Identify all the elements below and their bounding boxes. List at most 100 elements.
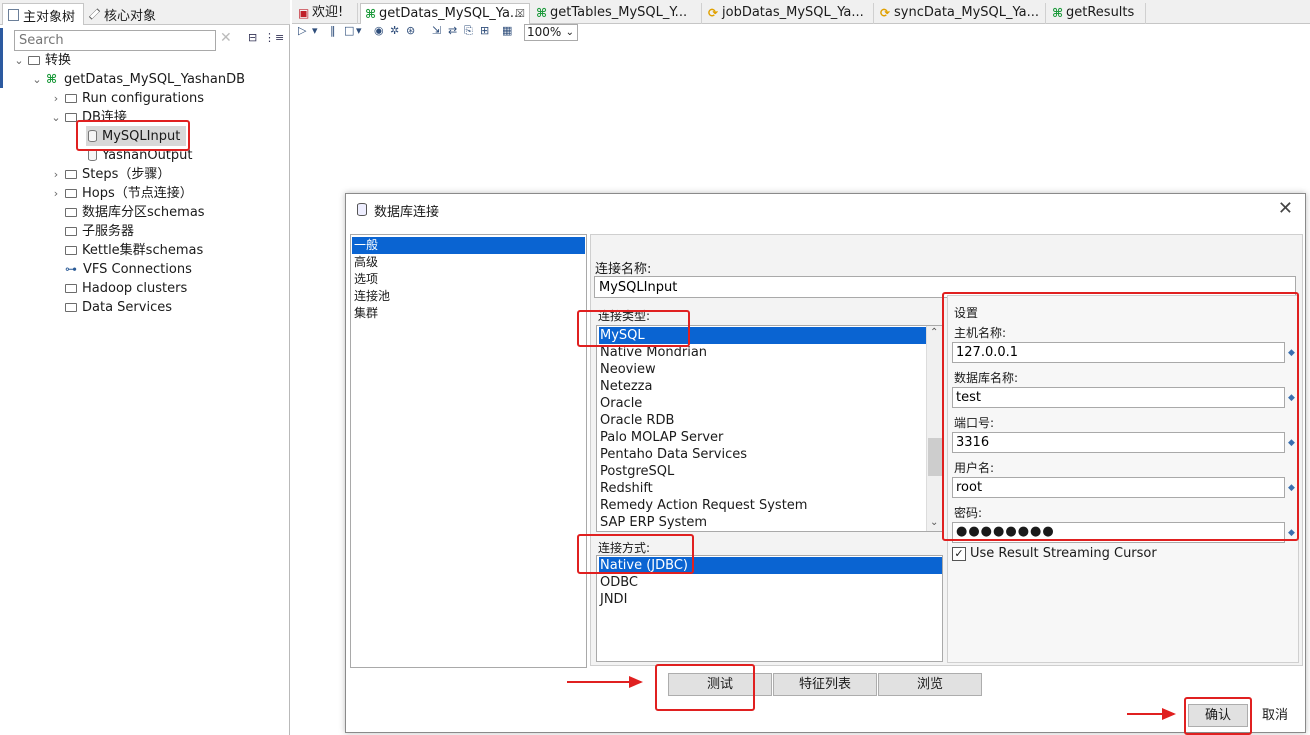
- list-item[interactable]: Redshift: [599, 480, 926, 497]
- tab-getresults[interactable]: ⌘ getResults: [1048, 3, 1146, 24]
- tree-node-transformation[interactable]: ⌄ ⌘ getDatas_MySQL_YashanDB: [30, 70, 245, 89]
- tab-label: getResults: [1066, 5, 1135, 20]
- chevron-right-icon[interactable]: ›: [49, 89, 63, 108]
- job-icon: ⟳: [880, 6, 891, 20]
- impact-icon[interactable]: ⇄: [448, 24, 457, 37]
- folder-icon: [65, 303, 77, 312]
- tab-welcome[interactable]: ▣ 欢迎!: [294, 3, 358, 24]
- category-general[interactable]: 一般: [352, 237, 585, 254]
- clear-search-icon[interactable]: ✕: [220, 30, 232, 46]
- chevron-up-icon[interactable]: ⌃: [930, 327, 938, 338]
- list-item[interactable]: Netezza: [599, 378, 926, 395]
- annotation-red-box: [577, 310, 690, 347]
- connection-name-label: 连接名称:: [595, 262, 652, 277]
- close-icon[interactable]: ☒: [515, 4, 525, 24]
- folder-icon: [65, 284, 77, 293]
- category-advanced[interactable]: 高级: [352, 254, 585, 271]
- tree-node-hops[interactable]: › Hops（节点连接）: [49, 184, 193, 203]
- chevron-down-icon: ⌄: [565, 27, 574, 38]
- list-item[interactable]: Oracle: [599, 395, 926, 412]
- tree-node-run-configurations[interactable]: › Run configurations: [49, 89, 204, 108]
- category-clustering[interactable]: 集群: [352, 305, 585, 322]
- run-icon[interactable]: ▷: [298, 24, 306, 37]
- tree-node-slave-servers[interactable]: 子服务器: [63, 222, 134, 241]
- tree-node-data-services[interactable]: Data Services: [63, 298, 172, 317]
- close-icon[interactable]: ✕: [1278, 198, 1293, 219]
- tab-jobdatas[interactable]: ⟳ jobDatas_MySQL_Ya...: [704, 3, 874, 24]
- chevron-down-icon[interactable]: ⌄: [30, 70, 44, 89]
- tab-gettables[interactable]: ⌘ getTables_MySQL_Y...: [532, 3, 702, 24]
- tab-label: syncData_MySQL_Ya...: [894, 5, 1040, 20]
- chevron-right-icon[interactable]: ›: [49, 165, 63, 184]
- list-item[interactable]: Pentaho Data Services: [599, 446, 926, 463]
- tree-node-partition-schemas[interactable]: 数据库分区schemas: [63, 203, 205, 222]
- sql-icon[interactable]: ⎘: [464, 24, 473, 38]
- streaming-cursor-checkbox[interactable]: ✓: [952, 547, 966, 561]
- tab-getdatas[interactable]: ⌘ getDatas_MySQL_Ya... ☒: [360, 3, 530, 24]
- chevron-down-icon[interactable]: ⌄: [930, 517, 938, 528]
- tree-node-steps[interactable]: › Steps（步骤）: [49, 165, 171, 184]
- list-item[interactable]: Palo MOLAP Server: [599, 429, 926, 446]
- tree-label: 数据库分区schemas: [82, 205, 205, 220]
- cancel-button[interactable]: 取消: [1250, 704, 1300, 727]
- annotation-red-box: [76, 120, 190, 151]
- left-tabs-bar: 主对象树 核心对象: [0, 0, 290, 25]
- tab-label: getTables_MySQL_Y...: [550, 5, 688, 20]
- tree-label: Run configurations: [82, 91, 205, 106]
- annotation-arrow: [567, 676, 643, 688]
- explore-db-icon[interactable]: ⊞: [480, 24, 489, 37]
- tree-node-transformations[interactable]: ⌄ 转换: [12, 51, 71, 70]
- folder-icon: [65, 208, 77, 217]
- tree-node-cluster-schemas[interactable]: Kettle集群schemas: [63, 241, 203, 260]
- search-input[interactable]: [14, 30, 216, 51]
- list-item[interactable]: SAP ERP System: [599, 514, 926, 531]
- transformation-icon: ⌘: [46, 72, 58, 86]
- run-dropdown-icon[interactable]: ▾: [312, 24, 318, 37]
- tree-node-hadoop-clusters[interactable]: Hadoop clusters: [63, 279, 187, 298]
- chevron-down-icon[interactable]: ⌄: [49, 108, 63, 127]
- scrollbar[interactable]: ⌃ ⌄: [926, 326, 942, 531]
- category-list: 一般 高级 选项 连接池 集群: [350, 234, 587, 668]
- stop-dropdown-icon[interactable]: ▾: [356, 24, 362, 37]
- tree-node-vfs-connections[interactable]: ⊶ VFS Connections: [63, 260, 192, 279]
- editor-toolbar: ▷ ▾ ‖ □ ▾ ◉ ✲ ⊛ ⇲ ⇄ ⎘ ⊞ ▦ 100% ⌄: [292, 24, 1310, 42]
- category-pooling[interactable]: 连接池: [352, 288, 585, 305]
- preview-icon[interactable]: ◉: [374, 24, 384, 37]
- list-item[interactable]: ODBC: [599, 574, 926, 591]
- job-icon: ⟳: [708, 6, 719, 20]
- pause-icon[interactable]: ‖: [330, 24, 336, 37]
- list-item[interactable]: Remedy Action Request System: [599, 497, 926, 514]
- list-item[interactable]: PostgreSQL: [599, 463, 926, 480]
- tab-syncdata[interactable]: ⟳ syncData_MySQL_Ya...: [876, 3, 1046, 24]
- left-panel: [0, 0, 290, 735]
- zoom-select[interactable]: 100% ⌄: [524, 24, 578, 41]
- connection-type-list[interactable]: MySQL Native Mondrian Neoview Netezza Or…: [596, 325, 943, 532]
- document-icon: [8, 9, 19, 21]
- collapse-all-icon[interactable]: ⊟: [248, 31, 257, 44]
- annotation-red-box: [1184, 697, 1252, 735]
- transformation-icon: ⌘: [536, 6, 548, 20]
- list-item[interactable]: Oracle RDB: [599, 412, 926, 429]
- category-options[interactable]: 选项: [352, 271, 585, 288]
- tab-core-objects[interactable]: 核心对象: [84, 3, 158, 25]
- tree-label: Kettle集群schemas: [82, 243, 204, 258]
- feature-list-button[interactable]: 特征列表: [773, 673, 877, 696]
- tree-label: VFS Connections: [83, 262, 192, 277]
- grid-icon[interactable]: ▦: [502, 24, 512, 37]
- stop-icon[interactable]: □: [344, 24, 354, 37]
- tree-label: Steps（步骤）: [82, 167, 171, 182]
- tab-main-object-tree[interactable]: 主对象树: [2, 3, 84, 25]
- replay-icon[interactable]: ⊛: [406, 24, 415, 37]
- list-item[interactable]: Neoview: [599, 361, 926, 378]
- folder-icon: [65, 227, 77, 236]
- verify-icon[interactable]: ⇲: [432, 24, 441, 37]
- expand-icon[interactable]: ⋮≡: [264, 31, 284, 44]
- left-edge-strip: [0, 28, 3, 88]
- chevron-right-icon[interactable]: ›: [49, 184, 63, 203]
- list-item[interactable]: JNDI: [599, 591, 926, 608]
- chevron-down-icon[interactable]: ⌄: [12, 51, 26, 70]
- scrollbar-thumb[interactable]: [928, 438, 942, 476]
- browse-button[interactable]: 浏览: [878, 673, 982, 696]
- debug-icon[interactable]: ✲: [390, 24, 399, 37]
- tab-label: jobDatas_MySQL_Ya...: [722, 5, 864, 20]
